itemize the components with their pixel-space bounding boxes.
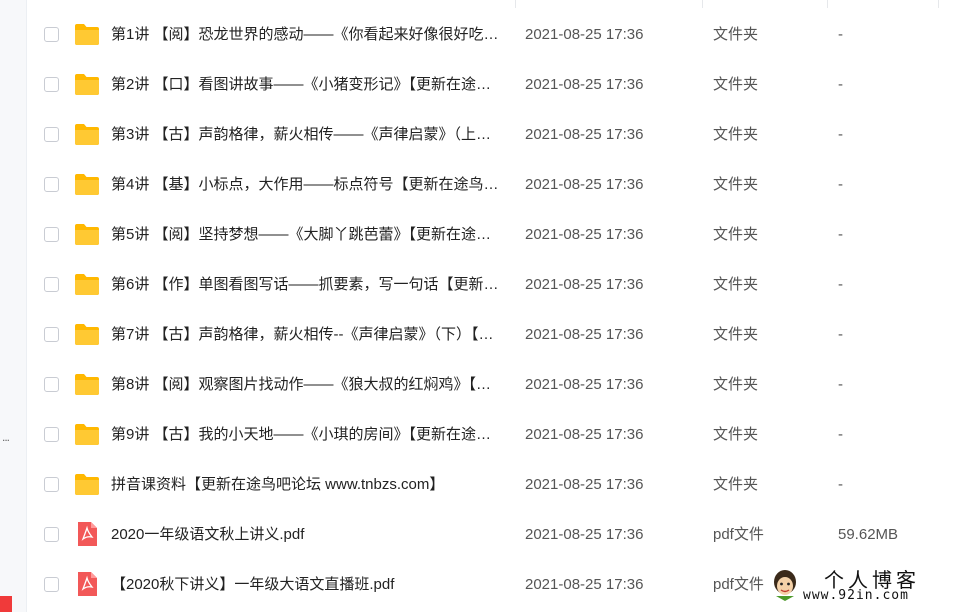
file-row[interactable]: 拼音课资料【更新在途鸟吧论坛 www.tnbzs.com】 2021-08-25… <box>27 460 969 510</box>
cartoon-face-icon <box>774 570 796 601</box>
file-modified-date: 2021-08-25 17:36 <box>525 376 644 393</box>
file-size: - <box>838 176 843 193</box>
folder-icon <box>74 422 100 446</box>
file-size: - <box>838 376 843 393</box>
folder-icon <box>74 172 100 196</box>
row-checkbox[interactable] <box>44 277 59 292</box>
file-modified-date: 2021-08-25 17:36 <box>525 276 644 293</box>
file-name[interactable]: 第1讲 【阅】恐龙世界的感动——《你看起来好像很好吃》【更新在途鸟吧论坛 www… <box>111 25 503 45</box>
file-size: - <box>838 26 843 43</box>
folder-icon <box>74 72 100 96</box>
file-type: 文件夹 <box>713 176 759 193</box>
row-checkbox[interactable] <box>44 227 59 242</box>
file-name[interactable]: 第8讲 【阅】观察图片找动作——《狼大叔的红焖鸡》【更新在途鸟吧论坛 www.t… <box>111 375 503 395</box>
file-type: 文件夹 <box>713 426 759 443</box>
row-checkbox[interactable] <box>44 377 59 392</box>
file-name[interactable]: 第4讲 【基】小标点，大作用——标点符号【更新在途鸟吧论坛 www.tnbzs.… <box>111 175 503 195</box>
file-modified-date: 2021-08-25 17:36 <box>525 476 644 493</box>
folder-icon <box>74 272 100 296</box>
folder-icon <box>74 322 100 346</box>
file-size: - <box>838 126 843 143</box>
file-type: 文件夹 <box>713 376 759 393</box>
file-row[interactable]: 第4讲 【基】小标点，大作用——标点符号【更新在途鸟吧论坛 www.tnbzs.… <box>27 160 969 210</box>
file-row[interactable]: 第5讲 【阅】坚持梦想——《大脚丫跳芭蕾》【更新在途鸟吧论坛 www.tnbzs… <box>27 210 969 260</box>
file-modified-date: 2021-08-25 17:36 <box>525 26 644 43</box>
watermark-logo: 个人博客 www.92in.com <box>770 566 955 606</box>
row-checkbox[interactable] <box>44 527 59 542</box>
row-checkbox[interactable] <box>44 177 59 192</box>
file-modified-date: 2021-08-25 17:36 <box>525 226 644 243</box>
file-row[interactable]: 第6讲 【作】单图看图写话——抓要素，写一句话【更新在途鸟吧论坛 www.tnb… <box>27 260 969 310</box>
watermark-url: www.92in.com <box>803 588 909 603</box>
file-row[interactable]: 第9讲 【古】我的小天地——《小琪的房间》【更新在途鸟吧论坛 www.tnbzs… <box>27 410 969 460</box>
folder-icon <box>74 472 100 496</box>
file-modified-date: 2021-08-25 17:36 <box>525 326 644 343</box>
file-size: - <box>838 476 843 493</box>
row-checkbox[interactable] <box>44 27 59 42</box>
file-type: pdf文件 <box>713 526 764 543</box>
file-name[interactable]: 【2020秋下讲义】一年级大语文直播班.pdf <box>111 575 503 595</box>
row-checkbox[interactable] <box>44 477 59 492</box>
folder-icon <box>74 22 100 46</box>
file-modified-date: 2021-08-25 17:36 <box>525 126 644 143</box>
file-modified-date: 2021-08-25 17:36 <box>525 526 644 543</box>
sidebar-red-marker <box>0 596 12 612</box>
file-list: 第1讲 【阅】恐龙世界的感动——《你看起来好像很好吃》【更新在途鸟吧论坛 www… <box>27 10 969 610</box>
file-type: 文件夹 <box>713 76 759 93</box>
file-type: 文件夹 <box>713 276 759 293</box>
file-modified-date: 2021-08-25 17:36 <box>525 176 644 193</box>
file-size: - <box>838 276 843 293</box>
file-modified-date: 2021-08-25 17:36 <box>525 576 644 593</box>
row-checkbox[interactable] <box>44 427 59 442</box>
sidebar-strip: ... <box>0 0 27 612</box>
file-row[interactable]: 第2讲 【口】看图讲故事——《小猪变形记》【更新在途鸟吧论坛 www.tnbzs… <box>27 60 969 110</box>
file-name[interactable]: 第3讲 【古】声韵格律，薪火相传——《声律启蒙》（上）【更新在途鸟吧论坛 www… <box>111 125 503 145</box>
file-type: 文件夹 <box>713 476 759 493</box>
file-type: 文件夹 <box>713 226 759 243</box>
row-checkbox[interactable] <box>44 127 59 142</box>
sidebar-collapsed-dots[interactable]: ... <box>2 430 10 444</box>
file-name[interactable]: 第9讲 【古】我的小天地——《小琪的房间》【更新在途鸟吧论坛 www.tnbzs… <box>111 425 503 445</box>
file-row[interactable]: 第8讲 【阅】观察图片找动作——《狼大叔的红焖鸡》【更新在途鸟吧论坛 www.t… <box>27 360 969 410</box>
file-modified-date: 2021-08-25 17:36 <box>525 76 644 93</box>
file-type: 文件夹 <box>713 126 759 143</box>
file-name[interactable]: 第5讲 【阅】坚持梦想——《大脚丫跳芭蕾》【更新在途鸟吧论坛 www.tnbzs… <box>111 225 503 245</box>
row-checkbox[interactable] <box>44 327 59 342</box>
file-size: - <box>838 426 843 443</box>
file-name[interactable]: 第6讲 【作】单图看图写话——抓要素，写一句话【更新在途鸟吧论坛 www.tnb… <box>111 275 503 295</box>
file-type: 文件夹 <box>713 326 759 343</box>
file-size: - <box>838 226 843 243</box>
file-size: - <box>838 76 843 93</box>
file-type: 文件夹 <box>713 26 759 43</box>
table-header-edge <box>27 0 969 10</box>
file-name[interactable]: 第2讲 【口】看图讲故事——《小猪变形记》【更新在途鸟吧论坛 www.tnbzs… <box>111 75 503 95</box>
file-row[interactable]: 第7讲 【古】声韵格律，薪火相传--《声律启蒙》（下）【更新在途鸟吧论坛 www… <box>27 310 969 360</box>
row-checkbox[interactable] <box>44 577 59 592</box>
file-name[interactable]: 第7讲 【古】声韵格律，薪火相传--《声律启蒙》（下）【更新在途鸟吧论坛 www… <box>111 325 503 345</box>
file-size: - <box>838 326 843 343</box>
pdf-icon <box>74 522 100 546</box>
file-row[interactable]: 2020一年级语文秋上讲义.pdf 2021-08-25 17:36 pdf文件… <box>27 510 969 560</box>
file-row[interactable]: 第3讲 【古】声韵格律，薪火相传——《声律启蒙》（上）【更新在途鸟吧论坛 www… <box>27 110 969 160</box>
file-name[interactable]: 2020一年级语文秋上讲义.pdf <box>111 525 503 545</box>
file-modified-date: 2021-08-25 17:36 <box>525 426 644 443</box>
row-checkbox[interactable] <box>44 77 59 92</box>
folder-icon <box>74 372 100 396</box>
pdf-icon <box>74 572 100 596</box>
folder-icon <box>74 122 100 146</box>
file-size: 59.62MB <box>838 526 899 543</box>
file-name[interactable]: 拼音课资料【更新在途鸟吧论坛 www.tnbzs.com】 <box>111 475 503 495</box>
file-type: pdf文件 <box>713 576 764 593</box>
folder-icon <box>74 222 100 246</box>
file-row[interactable]: 第1讲 【阅】恐龙世界的感动——《你看起来好像很好吃》【更新在途鸟吧论坛 www… <box>27 10 969 60</box>
